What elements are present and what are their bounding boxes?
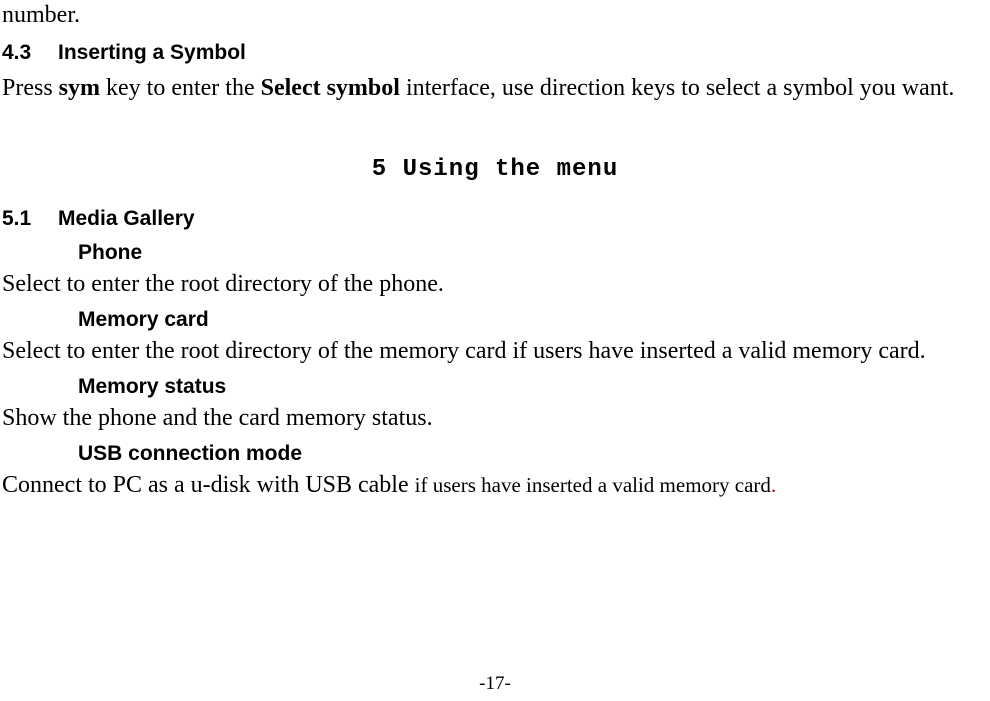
paragraph-4-3: Press sym key to enter the Select symbol… bbox=[2, 75, 990, 102]
paragraph-memory-card: Select to enter the root directory of th… bbox=[2, 338, 990, 365]
heading-number: 4.3 bbox=[2, 41, 58, 65]
heading-5-1: 5.1Media Gallery bbox=[2, 207, 990, 231]
heading-title: Inserting a Symbol bbox=[58, 41, 246, 64]
text-run: Press bbox=[2, 75, 59, 101]
heading-title: Media Gallery bbox=[58, 207, 195, 230]
text-run-small: if users have inserted a valid memory ca… bbox=[415, 473, 771, 497]
subheading-memory-card: Memory card bbox=[78, 308, 990, 332]
body-fragment-number: number. bbox=[2, 2, 990, 29]
subheading-usb-connection-mode: USB connection mode bbox=[78, 442, 990, 466]
paragraph-memory-status: Show the phone and the card memory statu… bbox=[2, 405, 990, 432]
heading-number: 5.1 bbox=[2, 207, 58, 231]
page-number: -17- bbox=[0, 673, 990, 695]
subheading-memory-status: Memory status bbox=[78, 375, 990, 399]
text-run: key to enter the bbox=[100, 75, 261, 101]
heading-4-3: 4.3Inserting a Symbol bbox=[2, 41, 990, 65]
bold-select-symbol: Select symbol bbox=[261, 75, 400, 101]
period-red: . bbox=[771, 473, 776, 497]
chapter-5-heading: 5 Using the menu bbox=[0, 156, 990, 183]
paragraph-phone: Select to enter the root directory of th… bbox=[2, 271, 990, 298]
text-run: interface, use direction keys to select … bbox=[400, 75, 955, 101]
subheading-phone: Phone bbox=[78, 241, 990, 265]
text-run: Connect to PC as a u-disk with USB cable bbox=[2, 472, 415, 498]
paragraph-usb: Connect to PC as a u-disk with USB cable… bbox=[2, 472, 990, 499]
bold-sym: sym bbox=[59, 75, 100, 101]
